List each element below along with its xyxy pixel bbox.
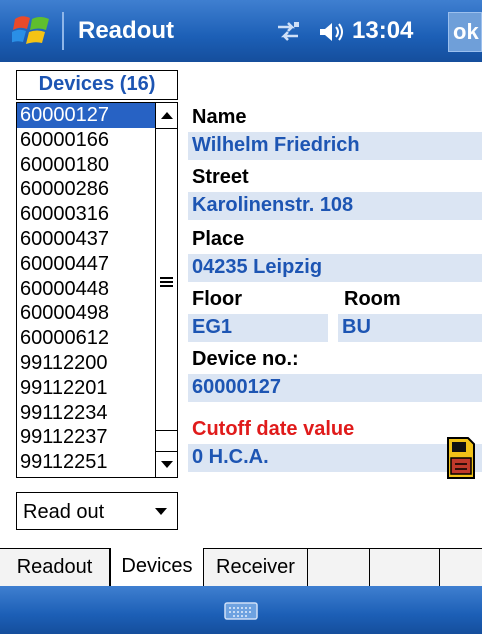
name-label: Name: [192, 106, 247, 128]
speaker-icon[interactable]: [318, 20, 346, 44]
list-item[interactable]: 60000286: [17, 177, 155, 202]
street-label: Street: [192, 166, 249, 188]
scroll-thumb[interactable]: [156, 131, 178, 431]
mode-dropdown[interactable]: Read out: [16, 492, 178, 530]
down-arrow-icon: [161, 461, 173, 468]
dropdown-arrow-icon: [155, 508, 167, 515]
grip-icon: [160, 277, 173, 287]
room-value: BU: [338, 314, 482, 342]
list-item[interactable]: 60000166: [17, 128, 155, 153]
menu-bar: [0, 586, 482, 634]
room-label: Room: [344, 288, 401, 310]
tab-empty-2: [370, 549, 440, 586]
place-value: 04235 Leipzig: [188, 254, 482, 282]
devices-listbox[interactable]: 60000127 60000166 60000180 60000286 60000316…: [16, 102, 178, 478]
scroll-down-button[interactable]: [156, 451, 178, 477]
devices-list: 60000127 60000166 60000180 60000286 60000316…: [17, 103, 155, 477]
clock[interactable]: 13:04: [352, 17, 413, 45]
place-label: Place: [192, 228, 245, 250]
mode-dropdown-value: Read out: [23, 501, 105, 523]
list-item[interactable]: 99112201: [17, 376, 155, 401]
memory-card-icon[interactable]: [446, 436, 476, 480]
floor-value: EG1: [188, 314, 328, 342]
tab-devices[interactable]: Devices: [110, 548, 204, 586]
scroll-up-button[interactable]: [156, 103, 178, 129]
device-no-label: Device no.:: [192, 348, 299, 370]
list-item[interactable]: 60000127: [17, 103, 155, 128]
app-title: Readout: [78, 17, 174, 44]
list-item[interactable]: 99112234: [17, 401, 155, 426]
tab-receiver[interactable]: Receiver: [204, 549, 308, 586]
title-separator: [62, 12, 64, 50]
list-scrollbar[interactable]: [155, 103, 178, 477]
list-item[interactable]: 99112237: [17, 425, 155, 450]
ok-button[interactable]: ok: [448, 12, 482, 52]
list-item[interactable]: 60000180: [17, 153, 155, 178]
device-no-value: 60000127: [188, 374, 482, 402]
list-item[interactable]: 99112200: [17, 351, 155, 376]
keyboard-icon[interactable]: [224, 602, 258, 620]
name-value: Wilhelm Friedrich: [188, 132, 482, 160]
list-item[interactable]: 60000498: [17, 301, 155, 326]
list-item[interactable]: 99112251: [17, 450, 155, 475]
tab-bar: Readout Devices Receiver: [0, 548, 482, 586]
list-item[interactable]: 60000316: [17, 202, 155, 227]
tab-readout[interactable]: Readout: [0, 549, 110, 586]
cutoff-label: Cutoff date value: [192, 418, 355, 440]
cutoff-value: 0 H.C.A.: [188, 444, 482, 472]
street-value: Karolinenstr. 108: [188, 192, 482, 220]
list-item[interactable]: 60000612: [17, 326, 155, 351]
devices-header: Devices (16): [16, 70, 178, 100]
main-content: Devices (16) 60000127 60000166 60000180 600…: [0, 62, 482, 548]
sync-arrows-icon[interactable]: [274, 20, 302, 44]
list-item[interactable]: 60000447: [17, 252, 155, 277]
tab-empty-1: [308, 549, 370, 586]
title-bar: Readout 13:04 ok: [0, 0, 482, 62]
windows-start-icon[interactable]: [12, 12, 52, 50]
list-item[interactable]: 60000437: [17, 227, 155, 252]
list-item[interactable]: 60000448: [17, 277, 155, 302]
floor-label: Floor: [192, 288, 242, 310]
up-arrow-icon: [161, 112, 173, 119]
